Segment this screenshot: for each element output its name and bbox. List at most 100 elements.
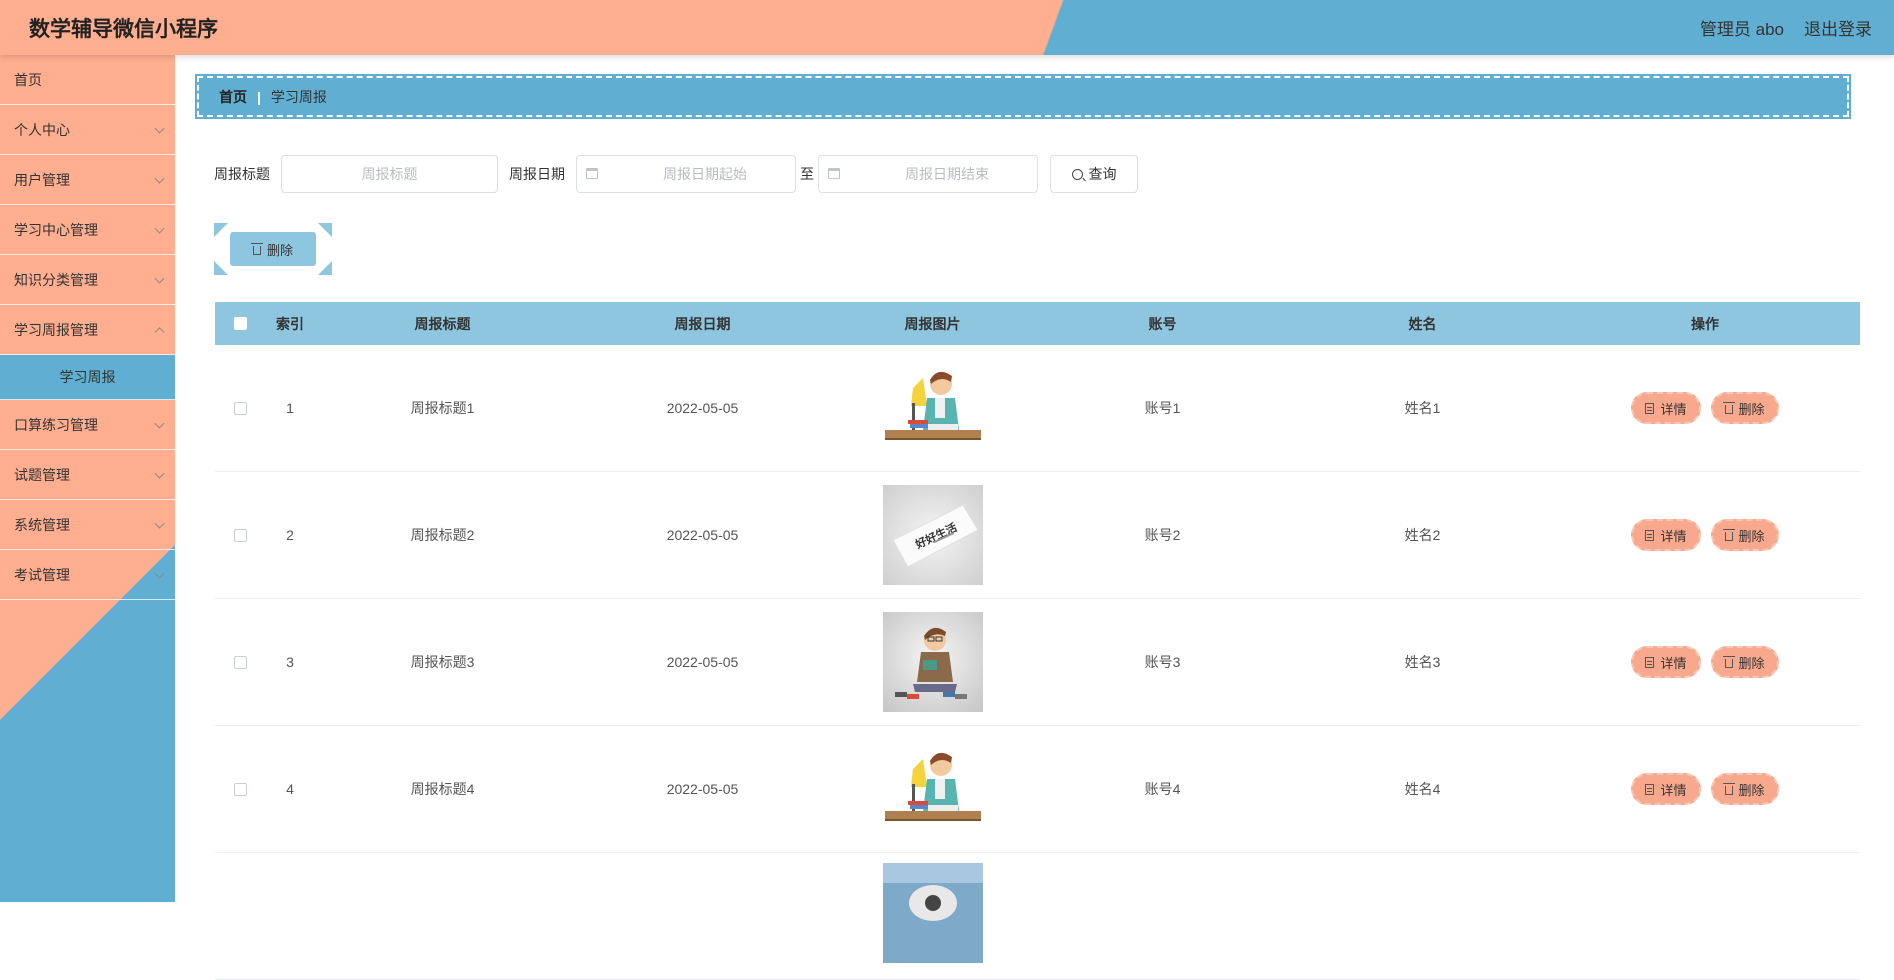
detail-button[interactable]: 详情 — [1631, 519, 1701, 551]
date-start-input[interactable] — [576, 155, 796, 193]
detail-label: 详情 — [1660, 528, 1687, 544]
sidebar-item-question-management[interactable]: 试题管理 — [0, 450, 175, 500]
row-index: 3 — [286, 654, 294, 670]
column-header-index: 索引 — [276, 315, 304, 332]
trash-icon — [1722, 655, 1735, 668]
row-account: 账号4 — [1144, 781, 1181, 797]
sidebar-item-system-management[interactable]: 系统管理 — [0, 500, 175, 550]
chevron-down-icon — [154, 518, 165, 529]
column-header-image: 周报图片 — [904, 315, 961, 332]
row-account: 账号2 — [1144, 527, 1181, 543]
sidebar-item-personal-center[interactable]: 个人中心 — [0, 105, 175, 155]
top-header: 数学辅导微信小程序 管理员 abo 退出登录 — [0, 0, 1894, 55]
decoration-ribbon — [214, 261, 228, 275]
row-date: 2022-05-05 — [666, 654, 739, 670]
document-icon — [1645, 656, 1655, 668]
trash-icon — [1722, 401, 1735, 414]
breadcrumb-home[interactable]: 首页 — [219, 87, 247, 107]
row-title: 周报标题2 — [410, 527, 475, 543]
decoration-ribbon — [318, 261, 332, 275]
search-icon — [1071, 168, 1083, 180]
column-header-title: 周报标题 — [414, 315, 471, 332]
date-end-input[interactable] — [818, 155, 1038, 193]
date-range-separator: 至 — [800, 166, 814, 182]
delete-button[interactable]: 删除 — [1710, 773, 1779, 805]
row-account: 账号1 — [1144, 400, 1181, 416]
sidebar-item-label: 用户管理 — [14, 171, 70, 188]
sidebar-subitem-weekly-report[interactable]: 学习周报 — [0, 355, 175, 400]
query-button[interactable]: 查询 — [1050, 155, 1138, 193]
chevron-down-icon — [154, 173, 165, 184]
title-search-input[interactable] — [281, 155, 498, 193]
sidebar-item-knowledge-category[interactable]: 知识分类管理 — [0, 255, 175, 305]
sidebar-item-exam-management[interactable]: 考试管理 — [0, 550, 175, 600]
document-icon — [1645, 783, 1655, 795]
column-header-name: 姓名 — [1408, 315, 1437, 332]
detail-label: 详情 — [1660, 401, 1687, 417]
delete-label: 删除 — [1738, 528, 1765, 544]
logout-link[interactable]: 退出登录 — [1804, 15, 1872, 40]
sidebar-item-label: 试题管理 — [14, 466, 70, 483]
row-checkbox[interactable] — [233, 401, 247, 415]
chevron-down-icon — [154, 568, 165, 579]
sidebar-item-label: 考试管理 — [14, 566, 70, 583]
row-account: 账号3 — [1144, 654, 1181, 670]
table-header: 索引 周报标题 周报日期 周报图片 账号 姓名 操作 — [215, 302, 1860, 345]
breadcrumb-current: 学习周报 — [270, 88, 327, 105]
search-bar: 周报标题 周报日期 至 查询 — [214, 154, 1138, 194]
sidebar-item-home[interactable]: 首页 — [0, 55, 175, 105]
decoration-ribbon — [214, 223, 228, 237]
detail-button[interactable]: 详情 — [1631, 392, 1701, 424]
main-content: 首页 | 学习周报 周报标题 周报日期 至 查询 删除 — [175, 55, 1894, 980]
trash-icon — [1722, 528, 1735, 541]
row-date: 2022-05-05 — [666, 781, 739, 797]
sidebar-item-label: 知识分类管理 — [14, 271, 98, 288]
table-row: 2 周报标题2 2022-05-05 好好生活 账号2 姓名2 详情 删除 — [215, 472, 1860, 599]
chevron-down-icon — [154, 468, 165, 479]
sidebar-item-label: 口算练习管理 — [14, 416, 98, 433]
reading-man-thumbnail[interactable] — [882, 612, 983, 712]
column-header-account: 账号 — [1148, 315, 1177, 332]
detail-label: 详情 — [1660, 655, 1687, 671]
query-button-label: 查询 — [1088, 166, 1117, 182]
row-name: 姓名2 — [1404, 527, 1441, 543]
date-start-picker[interactable] — [576, 155, 796, 193]
delete-button[interactable]: 删除 — [1710, 519, 1779, 551]
delete-button[interactable]: 删除 — [1710, 392, 1779, 424]
detail-label: 详情 — [1660, 782, 1687, 798]
detail-button[interactable]: 详情 — [1631, 646, 1701, 678]
sidebar: 首页 个人中心 用户管理 学习中心管理 知识分类管理 学习周报管理 学习周报 口… — [0, 55, 175, 902]
date-end-picker[interactable] — [818, 155, 1038, 193]
row-index: 1 — [286, 400, 294, 416]
batch-delete-area: 删除 — [214, 223, 332, 275]
row-title: 周报标题1 — [410, 400, 475, 416]
trash-icon — [1722, 782, 1735, 795]
row-checkbox[interactable] — [233, 782, 247, 796]
delete-label: 删除 — [1738, 782, 1765, 798]
decoration-ribbon — [318, 223, 332, 237]
studying-boy-thumbnail[interactable] — [882, 358, 983, 458]
select-all-checkbox[interactable] — [233, 317, 247, 330]
photo-thumbnail[interactable] — [882, 863, 983, 963]
table-row — [215, 853, 1860, 980]
row-checkbox[interactable] — [233, 655, 247, 669]
sidebar-item-weekly-report[interactable]: 学习周报管理 — [0, 305, 175, 355]
document-icon — [1645, 402, 1655, 414]
sidebar-item-mental-arithmetic[interactable]: 口算练习管理 — [0, 400, 175, 450]
chevron-down-icon — [154, 123, 165, 134]
sidebar-item-label: 学习中心管理 — [14, 221, 98, 238]
studying-boy-thumbnail[interactable] — [882, 739, 983, 839]
sidebar-item-study-center[interactable]: 学习中心管理 — [0, 205, 175, 255]
row-checkbox[interactable] — [233, 528, 247, 542]
chevron-up-icon — [154, 326, 165, 337]
sidebar-item-label: 系统管理 — [14, 516, 70, 533]
chevron-down-icon — [154, 273, 165, 284]
batch-delete-button[interactable]: 删除 — [230, 232, 316, 266]
weekly-report-table: 索引 周报标题 周报日期 周报图片 账号 姓名 操作 1 周报标题1 2022-… — [215, 302, 1860, 980]
title-search-label: 周报标题 — [214, 166, 270, 182]
delete-button[interactable]: 删除 — [1710, 646, 1779, 678]
row-title: 周报标题3 — [410, 654, 475, 670]
good-life-paper-thumbnail[interactable]: 好好生活 — [882, 485, 983, 585]
detail-button[interactable]: 详情 — [1631, 773, 1701, 805]
sidebar-item-user-management[interactable]: 用户管理 — [0, 155, 175, 205]
